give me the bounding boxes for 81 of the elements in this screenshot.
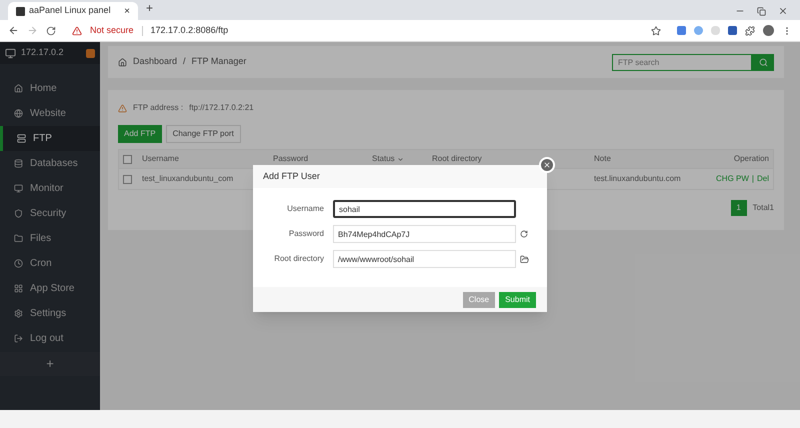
add-button[interactable]: +: [0, 352, 100, 376]
table-cell-text: test.linuxandubuntu.com: [594, 173, 682, 185]
total-count: Total1: [752, 202, 774, 214]
field-label: Password: [288, 228, 324, 240]
logout-icon: [14, 334, 23, 343]
server-address: 172.17.0.2: [21, 46, 65, 60]
shield-icon: [14, 209, 23, 218]
dialog-title: Add FTP User: [263, 170, 320, 183]
grid-icon: [14, 284, 23, 293]
close-icon: [543, 161, 551, 169]
url-text[interactable]: 172.17.0.2:8086/ftp: [150, 24, 228, 38]
browser-tab[interactable]: aaPanel Linux panel ×: [8, 2, 138, 20]
notification-icon[interactable]: [86, 48, 95, 58]
sidebar-item[interactable]: FTP: [0, 126, 100, 151]
column-header[interactable]: Operation: [704, 153, 769, 165]
input-field[interactable]: /www/wwwroot/sohail: [333, 250, 516, 268]
breadcrumb-separator: /: [183, 55, 186, 68]
folder-icon[interactable]: [520, 254, 529, 264]
refresh-icon[interactable]: [520, 230, 528, 238]
warning-icon: [72, 26, 82, 36]
checkbox[interactable]: [123, 154, 132, 164]
table-cell: test_linuxandubuntu_com: [142, 174, 234, 183]
search-icon: [758, 58, 768, 66]
breadcrumb-link[interactable]: Dashboard: [133, 55, 178, 69]
sort-icon: [396, 156, 404, 162]
column-header[interactable]: Password: [273, 153, 372, 165]
new-tab-button[interactable]: +: [146, 0, 154, 17]
column-header[interactable]: Username: [132, 153, 273, 165]
ftp-address-label: FTP address :: [133, 102, 184, 114]
field-label: Username: [286, 203, 324, 215]
input-field[interactable]: sohail: [333, 200, 516, 218]
sidebar-item[interactable]: App Store: [0, 276, 100, 301]
column-header[interactable]: Note: [594, 153, 704, 165]
monitor-icon: [5, 48, 16, 58]
tab-title: aaPanel Linux panel: [29, 4, 112, 18]
column-header[interactable]: Status: [372, 153, 432, 165]
home-icon: [118, 58, 127, 66]
star-icon[interactable]: [651, 26, 661, 36]
restore-icon[interactable]: [757, 6, 766, 16]
search-button[interactable]: [752, 54, 774, 70]
clock-icon: [14, 259, 23, 268]
close-icon[interactable]: [778, 6, 788, 16]
sidebar-item[interactable]: Settings: [0, 301, 100, 326]
sidebar-item[interactable]: Log out: [0, 326, 100, 351]
avatar-icon[interactable]: [763, 25, 774, 36]
warning-icon: [118, 104, 127, 112]
field-label: Root directory: [273, 253, 324, 265]
sidebar-item[interactable]: Website: [0, 101, 100, 126]
operation-link[interactable]: CHG PW: [716, 173, 749, 185]
home-icon: [14, 84, 23, 93]
sidebar-item[interactable]: Files: [0, 226, 100, 251]
breadcrumb-link[interactable]: FTP Manager: [192, 55, 246, 69]
checkbox[interactable]: [123, 174, 132, 184]
add-ftp-button[interactable]: Add FTP: [118, 125, 162, 143]
database-icon: [14, 159, 23, 168]
reload-icon[interactable]: [46, 26, 56, 36]
tab-close-button[interactable]: ×: [124, 4, 130, 18]
monitor-icon: [14, 184, 23, 193]
change-port-button[interactable]: Change FTP port: [166, 125, 241, 143]
globe-icon: [14, 109, 23, 118]
folder-icon: [14, 234, 23, 243]
operation-link[interactable]: Del: [756, 173, 769, 185]
gear-icon: [14, 309, 23, 318]
puzzle-icon[interactable]: [745, 26, 755, 36]
input-field[interactable]: Bh74Mep4hdCAp7J: [333, 225, 516, 243]
link-separator: |: [752, 173, 754, 185]
sidebar-item[interactable]: Security: [0, 201, 100, 226]
column-header[interactable]: Root directory: [432, 153, 594, 165]
sidebar-item[interactable]: Home: [0, 76, 100, 101]
ftp-address-value: ftp://172.17.0.2:21: [189, 102, 254, 114]
sidebar-item[interactable]: Monitor: [0, 176, 100, 201]
close-button[interactable]: Close: [462, 292, 496, 308]
sidebar-item[interactable]: Databases: [0, 151, 100, 176]
security-label[interactable]: Not secure: [90, 24, 134, 38]
submit-button[interactable]: Submit: [499, 292, 536, 308]
favicon-icon: [16, 6, 25, 16]
sidebar-item[interactable]: Cron: [0, 251, 100, 276]
server-icon: [17, 134, 26, 143]
back-icon[interactable]: [8, 25, 19, 36]
search-field[interactable]: FTP search: [612, 54, 752, 70]
page-button[interactable]: 1: [730, 200, 747, 216]
